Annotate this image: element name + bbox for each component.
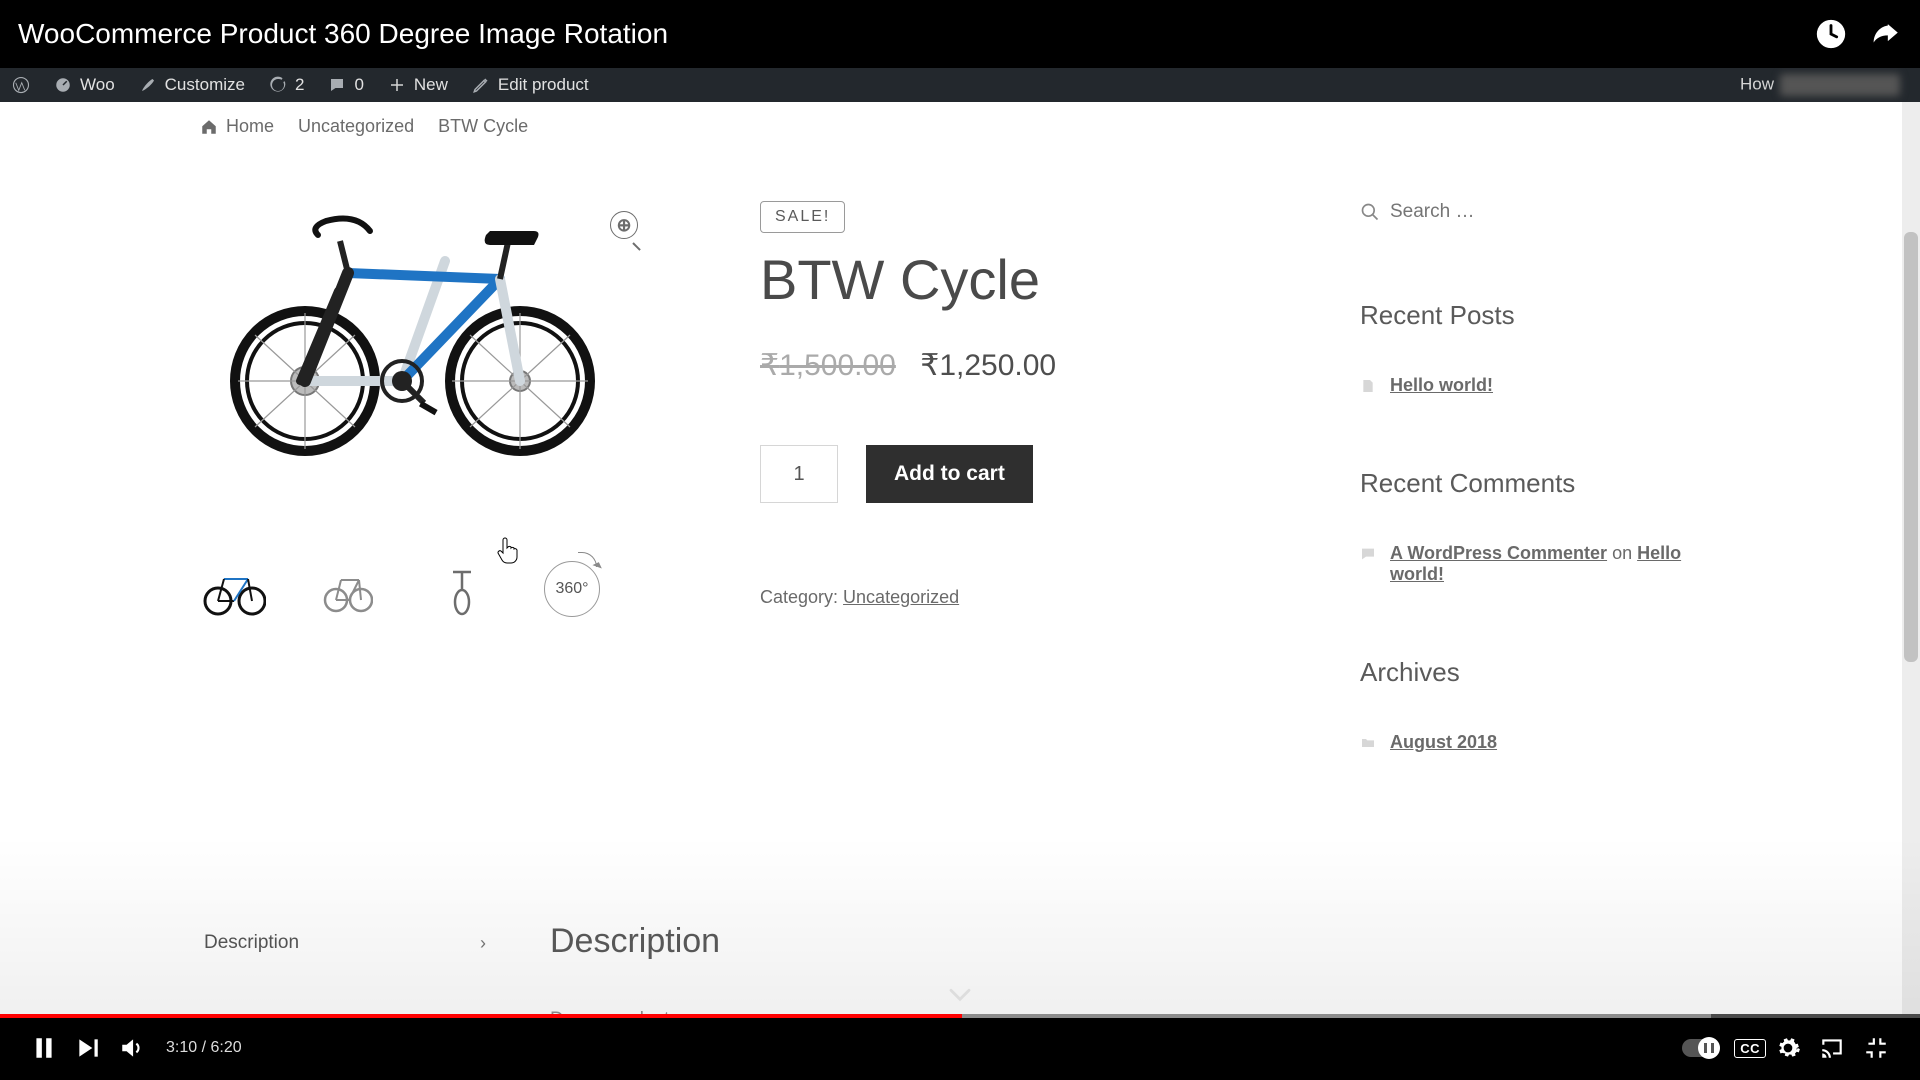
site-name-label: Woo <box>80 75 115 95</box>
chevron-right-icon: › <box>480 933 486 954</box>
magnify-icon[interactable]: ⊕ <box>610 211 638 239</box>
comments-link[interactable]: 0 <box>316 68 375 102</box>
add-to-cart-button[interactable]: Add to cart <box>866 445 1033 503</box>
product-thumb-3[interactable] <box>430 561 494 621</box>
quantity-stepper[interactable]: 1 <box>760 445 838 503</box>
updates-link[interactable]: 2 <box>257 68 316 102</box>
captions-button[interactable]: CC <box>1734 1039 1766 1058</box>
customize-label: Customize <box>165 75 245 95</box>
edit-label: Edit product <box>498 75 589 95</box>
pause-button[interactable] <box>22 1026 66 1070</box>
customize-link[interactable]: Customize <box>127 68 257 102</box>
page-scrollbar-thumb[interactable] <box>1904 232 1918 662</box>
thumb-360-label: 360° <box>555 580 588 598</box>
wp-admin-bar[interactable]: Woo Customize 2 <box>0 68 1920 102</box>
comment-on: on <box>1607 543 1637 563</box>
folder-icon <box>1360 735 1376 751</box>
plus-icon <box>388 76 406 94</box>
dashboard-icon <box>54 76 72 94</box>
settings-button[interactable] <box>1766 1026 1810 1070</box>
volume-button[interactable] <box>110 1026 154 1070</box>
howdy-user-blurred <box>1780 74 1900 96</box>
description-heading: Description <box>550 922 1440 961</box>
home-icon <box>200 118 218 136</box>
breadcrumb-current: BTW Cycle <box>438 116 528 137</box>
comment-author-link[interactable]: A WordPress Commenter <box>1390 543 1607 563</box>
bicycle-illustration <box>200 201 620 461</box>
product-main-image[interactable]: ⊕ <box>200 201 620 501</box>
comments-count: 0 <box>354 75 363 95</box>
product-thumb-1[interactable] <box>202 561 266 621</box>
document-icon <box>1360 378 1376 394</box>
breadcrumb: Home Uncategorized BTW Cycle <box>0 102 1920 151</box>
product-price: ₹1,500.00 ₹1,250.00 <box>760 348 1300 383</box>
wordpress-icon <box>12 76 30 94</box>
breadcrumb-home-label: Home <box>226 116 274 137</box>
exit-fullscreen-button[interactable] <box>1854 1026 1898 1070</box>
new-content-link[interactable]: New <box>376 68 460 102</box>
page-scrollbar[interactable] <box>1902 102 1920 1016</box>
watch-later-icon[interactable] <box>1814 17 1848 51</box>
update-icon <box>269 76 287 94</box>
edit-product-link[interactable]: Edit product <box>460 68 601 102</box>
product-meta-category: Category: Uncategorized <box>760 587 1300 608</box>
recent-posts-heading: Recent Posts <box>1360 300 1720 331</box>
comment-icon <box>328 76 346 94</box>
comment-icon <box>1360 546 1376 562</box>
recorded-page: Woo Customize 2 <box>0 68 1920 1016</box>
product-thumb-2[interactable] <box>316 561 380 621</box>
tab-description[interactable]: Description › <box>200 922 490 964</box>
recent-post-item: Hello world! <box>1360 375 1720 396</box>
next-button[interactable] <box>66 1026 110 1070</box>
recent-post-link[interactable]: Hello world! <box>1390 375 1493 396</box>
pencil-icon <box>472 76 490 94</box>
share-icon[interactable] <box>1868 17 1902 51</box>
wp-logo-menu[interactable] <box>0 68 42 102</box>
sale-badge: SALE! <box>760 201 845 233</box>
brush-icon <box>139 76 157 94</box>
autoplay-pause-icon <box>1701 1041 1717 1055</box>
tab-description-label: Description <box>204 932 299 954</box>
howdy-prefix: How <box>1740 74 1774 93</box>
autoplay-toggle[interactable] <box>1682 1039 1720 1057</box>
recent-comment-item: A WordPress Commenter on Hello world! <box>1360 543 1720 585</box>
archive-link[interactable]: August 2018 <box>1390 732 1497 753</box>
search-input[interactable] <box>1390 201 1630 223</box>
new-label: New <box>414 75 448 95</box>
product-title: BTW Cycle <box>760 247 1300 312</box>
breadcrumb-home[interactable]: Home <box>200 116 274 137</box>
howdy-user[interactable]: How <box>1740 74 1920 96</box>
cast-button[interactable] <box>1810 1026 1854 1070</box>
breadcrumb-category[interactable]: Uncategorized <box>298 116 414 137</box>
more-videos-toggle[interactable] <box>946 988 974 1011</box>
search-icon <box>1360 202 1380 222</box>
archives-heading: Archives <box>1360 657 1720 688</box>
time-display: 3:10 / 6:20 <box>166 1039 242 1057</box>
category-link[interactable]: Uncategorized <box>843 587 959 607</box>
updates-count: 2 <box>295 75 304 95</box>
archive-item: August 2018 <box>1360 732 1720 753</box>
video-title: WooCommerce Product 360 Degree Image Rot… <box>18 18 668 50</box>
recent-comments-heading: Recent Comments <box>1360 468 1720 499</box>
site-name-menu[interactable]: Woo <box>42 68 127 102</box>
product-thumb-360[interactable]: 360° <box>544 561 600 617</box>
